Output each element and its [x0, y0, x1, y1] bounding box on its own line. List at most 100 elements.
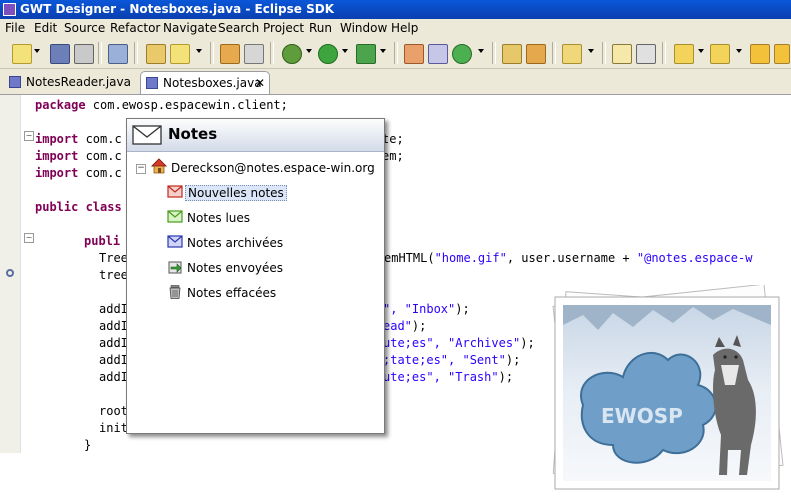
title-bar: GWT Designer - Notesboxes.java - Eclipse…: [0, 0, 791, 19]
new-dropdown-icon[interactable]: [34, 49, 40, 53]
menu-file[interactable]: File: [5, 19, 25, 38]
menu-help[interactable]: Help: [391, 19, 418, 38]
external-tools-icon[interactable]: [356, 44, 376, 64]
prev-annotation-icon[interactable]: [710, 44, 730, 64]
tab-label: Notesboxes.java: [163, 76, 262, 90]
mail-blue-icon: [167, 235, 183, 248]
prev-annotation-dropdown-icon[interactable]: [736, 49, 742, 53]
new-icon[interactable]: [12, 44, 32, 64]
code-line: init: [99, 421, 128, 435]
java-file-icon: [9, 76, 21, 88]
forward-arrow-icon[interactable]: [774, 44, 790, 64]
edit-icon[interactable]: [404, 44, 424, 64]
code-line: import com.c: [35, 132, 122, 146]
tab-label: NotesReader.java: [26, 75, 131, 89]
highlight-toggle-icon[interactable]: [612, 44, 632, 64]
run-dropdown-icon[interactable]: [342, 49, 348, 53]
refresh-dropdown-icon[interactable]: [478, 49, 484, 53]
mail-red-icon: [167, 185, 183, 198]
code-line: import com.c: [35, 166, 122, 180]
code-line: addI: [99, 336, 128, 350]
tree-item-label: Notes envoyées: [187, 261, 284, 275]
open-folder-icon[interactable]: [502, 44, 522, 64]
debug-icon[interactable]: [282, 44, 302, 64]
code-line: }: [84, 438, 92, 452]
brush-icon[interactable]: [526, 44, 546, 64]
home-icon: [151, 158, 167, 174]
toolbar-separator: [210, 42, 214, 64]
toolbar-separator: [98, 42, 102, 64]
app-icon: [3, 3, 16, 16]
open-resource-icon[interactable]: [562, 44, 582, 64]
menu-project[interactable]: Project: [263, 19, 304, 38]
tree-item-notes-envoyees[interactable]: Notes envoyées: [167, 259, 367, 277]
tab-notesboxes[interactable]: Notesboxes.java ✕: [140, 71, 270, 94]
code-line: ", "Inbox");: [383, 302, 470, 316]
menu-window[interactable]: Window: [340, 19, 387, 38]
editor-gutter: [0, 95, 21, 453]
fold-toggle-icon[interactable]: −: [24, 233, 34, 243]
menu-search[interactable]: Search: [218, 19, 259, 38]
refresh-icon[interactable]: [452, 44, 472, 64]
notes-popup: Notes − Dereckson@notes.espace-win.org N…: [126, 118, 385, 434]
outbox-arrow-icon: [168, 261, 182, 274]
next-annotation-icon[interactable]: [674, 44, 694, 64]
menu-refactor[interactable]: Refactor: [110, 19, 160, 38]
code-line: addI: [99, 302, 128, 316]
fold-toggle-icon[interactable]: −: [24, 131, 34, 141]
java-file-icon: [146, 77, 158, 89]
toolbar-separator: [552, 42, 556, 64]
open-resource-dropdown-icon[interactable]: [588, 49, 594, 53]
gwt-icon[interactable]: [108, 44, 128, 64]
menu-navigate[interactable]: Navigate: [163, 19, 217, 38]
code-line: em;: [382, 149, 404, 163]
tree-item-label: Notes lues: [187, 211, 251, 225]
show-whitespace-icon[interactable]: [636, 44, 656, 64]
tree-item-label: Notes archivées: [187, 236, 284, 250]
toolbar-separator: [602, 42, 606, 64]
code-line: addI: [99, 353, 128, 367]
tree-collapse-toggle[interactable]: −: [136, 164, 146, 174]
envelope-icon: [132, 125, 162, 145]
code-line: ead");: [383, 319, 427, 333]
code-line: import com.c: [35, 149, 122, 163]
popup-title: Notes: [168, 125, 218, 143]
save-icon[interactable]: [50, 44, 70, 64]
code-line: package com.ewosp.espacewin.client;: [35, 98, 288, 112]
next-annotation-dropdown-icon[interactable]: [698, 49, 704, 53]
package-icon[interactable]: [220, 44, 240, 64]
code-line: te;: [382, 132, 404, 146]
tree-item-notes-lues[interactable]: Notes lues: [167, 209, 367, 227]
toolbar-separator: [492, 42, 496, 64]
back-arrow-icon[interactable]: [750, 44, 770, 64]
print-icon[interactable]: [74, 44, 94, 64]
tree-item-nouvelles-notes[interactable]: Nouvelles notes: [167, 184, 367, 202]
ewosp-logo-text: EWOSP: [601, 404, 683, 428]
toolbar-separator: [270, 42, 274, 64]
tree-root-label[interactable]: Dereckson@notes.espace-win.org: [171, 161, 375, 175]
tree-item-notes-archivees[interactable]: Notes archivées: [167, 234, 367, 252]
open-type-icon[interactable]: [244, 44, 264, 64]
menu-edit[interactable]: Edit: [34, 19, 57, 38]
menu-run[interactable]: Run: [309, 19, 332, 38]
menu-bar: File Edit Source Refactor Navigate Searc…: [0, 19, 791, 38]
new-class-icon[interactable]: [170, 44, 190, 64]
debug-dropdown-icon[interactable]: [306, 49, 312, 53]
window-title: GWT Designer - Notesboxes.java - Eclipse…: [20, 2, 335, 16]
code-line: tree: [99, 268, 128, 282]
new-project-icon[interactable]: [146, 44, 166, 64]
code-line: addI: [99, 370, 128, 384]
code-line: Tree: [99, 251, 128, 265]
menu-source[interactable]: Source: [64, 19, 105, 38]
tab-notesreader[interactable]: NotesReader.java: [4, 71, 134, 93]
code-line: public class: [35, 200, 122, 214]
tree-item-notes-effacees[interactable]: Notes effacées: [167, 284, 367, 302]
run-icon[interactable]: [318, 44, 338, 64]
ewosp-logo-photo: EWOSP: [552, 285, 784, 490]
close-icon[interactable]: ✕: [255, 72, 265, 94]
external-tools-dropdown-icon[interactable]: [380, 49, 386, 53]
layout-icon[interactable]: [428, 44, 448, 64]
trash-icon: [169, 285, 181, 299]
new-class-dropdown-icon[interactable]: [196, 49, 202, 53]
toolbar-separator: [134, 42, 138, 64]
